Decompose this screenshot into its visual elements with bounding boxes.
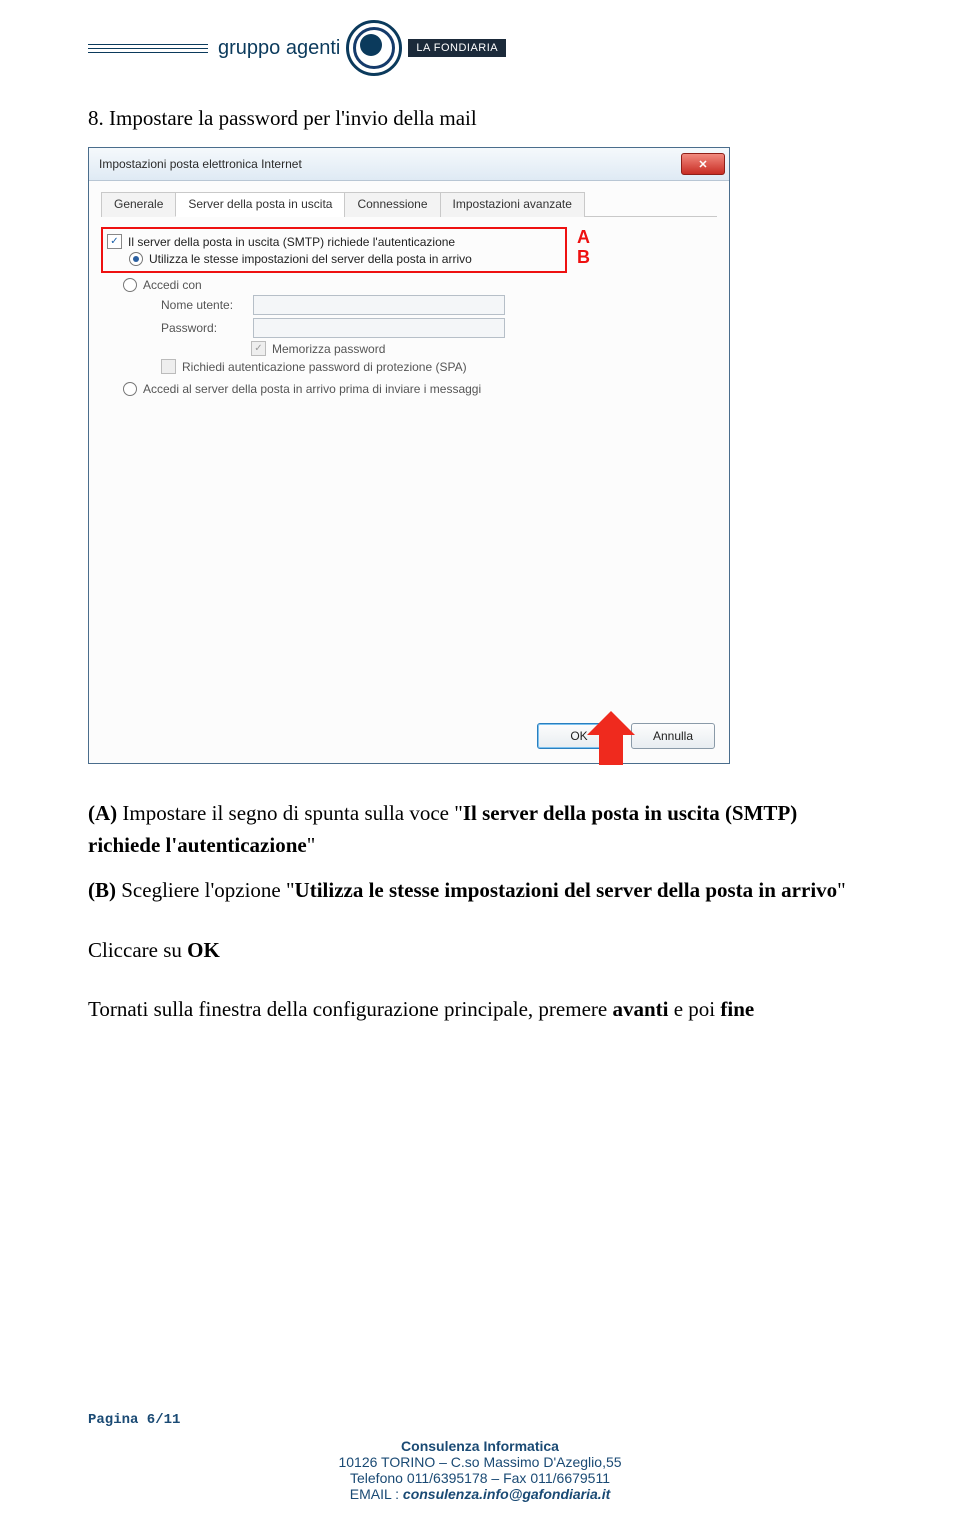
checkbox-icon[interactable] xyxy=(107,234,122,249)
brand-text: gruppo agenti xyxy=(218,37,340,60)
section-heading: 8. Impostare la password per l'invio del… xyxy=(88,106,872,131)
annotation-b: B xyxy=(577,247,590,268)
dialog-title: Impostazioni posta elettronica Internet xyxy=(99,157,302,171)
smtp-auth-label: Il server della posta in uscita (SMTP) r… xyxy=(128,235,455,249)
dialog-titlebar: Impostazioni posta elettronica Internet … xyxy=(89,148,729,181)
username-field[interactable] xyxy=(253,295,505,315)
pop-before-row[interactable]: Accedi al server della posta in arrivo p… xyxy=(123,382,717,396)
footer: Consulenza Informatica 10126 TORINO – C.… xyxy=(0,1438,960,1502)
login-with-label: Accedi con xyxy=(143,278,202,292)
tab-advanced[interactable]: Impostazioni avanzate xyxy=(440,192,585,217)
tab-connection[interactable]: Connessione xyxy=(344,192,440,217)
login-with-row[interactable]: Accedi con xyxy=(123,278,717,292)
pop-before-label: Accedi al server della posta in arrivo p… xyxy=(143,382,481,396)
annotation-a: A xyxy=(577,227,590,248)
same-settings-row[interactable]: Utilizza le stesse impostazioni del serv… xyxy=(129,252,561,266)
close-icon[interactable]: ✕ xyxy=(681,153,725,175)
brand-tag: LA FONDIARIA xyxy=(408,39,506,57)
same-settings-label: Utilizza le stesse impostazioni del serv… xyxy=(149,252,472,266)
footer-line1: Consulenza Informatica xyxy=(0,1438,960,1454)
radio-icon[interactable] xyxy=(129,252,143,266)
radio-icon[interactable] xyxy=(123,278,137,292)
marker-a: (A) xyxy=(88,801,117,825)
footer-line3: Telefono 011/6395178 – Fax 011/6679511 xyxy=(0,1470,960,1486)
footer-email-label: EMAIL : xyxy=(350,1486,403,1502)
arrow-icon xyxy=(587,711,627,761)
email-settings-dialog: Impostazioni posta elettronica Internet … xyxy=(88,147,730,764)
brand-logo-icon xyxy=(346,20,402,76)
page-number: Pagina 6/11 xyxy=(88,1412,180,1428)
instruction-text: (A) Impostare il segno di spunta sulla v… xyxy=(88,798,872,1026)
tab-general[interactable]: Generale xyxy=(101,192,176,217)
brand-lines xyxy=(88,44,208,53)
cancel-button[interactable]: Annulla xyxy=(631,723,715,749)
password-row: Password: xyxy=(161,318,717,338)
username-row: Nome utente: xyxy=(161,295,717,315)
footer-email: consulenza.info@gafondiaria.it xyxy=(403,1486,610,1502)
spa-row[interactable]: Richiedi autenticazione password di prot… xyxy=(161,359,717,374)
password-label: Password: xyxy=(161,321,247,335)
checkbox-icon[interactable] xyxy=(161,359,176,374)
tab-outgoing-server[interactable]: Server della posta in uscita xyxy=(175,192,345,217)
radio-icon[interactable] xyxy=(123,382,137,396)
spa-label: Richiedi autenticazione password di prot… xyxy=(182,360,467,374)
remember-pw-row[interactable]: Memorizza password xyxy=(251,341,717,356)
tab-strip: Generale Server della posta in uscita Co… xyxy=(101,191,717,217)
marker-b: (B) xyxy=(88,878,116,902)
footer-line2: 10126 TORINO – C.so Massimo D'Azeglio,55 xyxy=(0,1454,960,1470)
remember-pw-label: Memorizza password xyxy=(272,342,385,356)
username-label: Nome utente: xyxy=(161,298,247,312)
smtp-auth-row[interactable]: Il server della posta in uscita (SMTP) r… xyxy=(107,234,561,249)
highlight-box: Il server della posta in uscita (SMTP) r… xyxy=(101,227,567,273)
brand-header: gruppo agenti LA FONDIARIA xyxy=(88,20,872,76)
password-field[interactable] xyxy=(253,318,505,338)
checkbox-icon[interactable] xyxy=(251,341,266,356)
